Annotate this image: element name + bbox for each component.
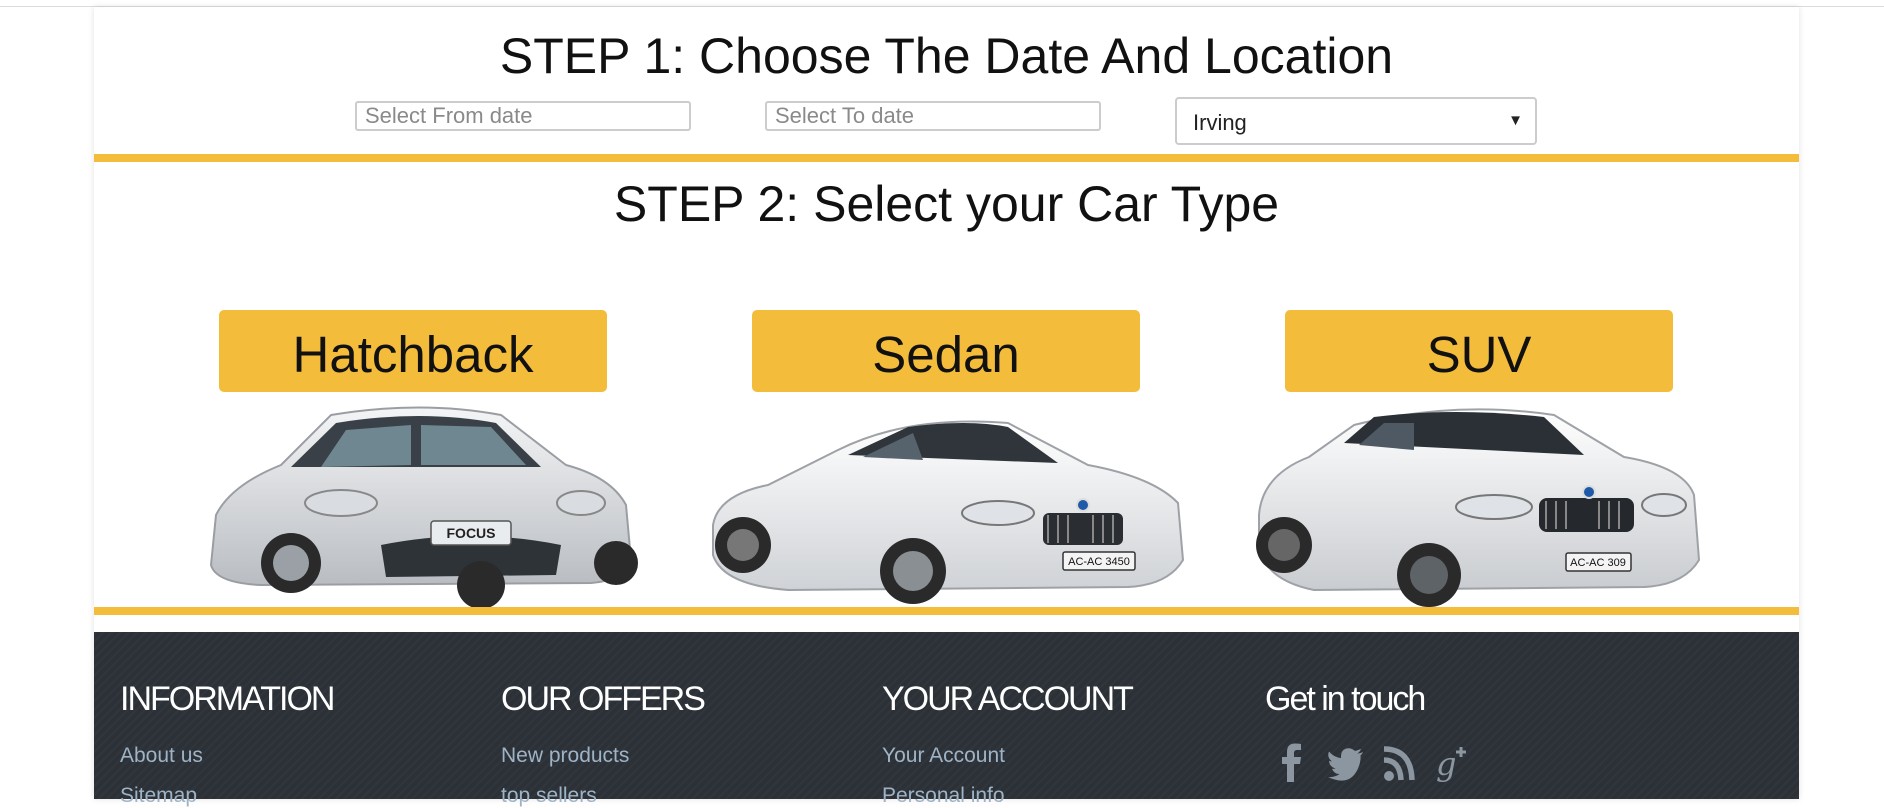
- location-select[interactable]: Irving ▼: [1175, 97, 1537, 145]
- footer-information-heading: INFORMATION: [120, 680, 335, 718]
- svg-text:g: g: [1436, 745, 1456, 783]
- rss-icon[interactable]: [1380, 742, 1420, 784]
- footer-account-heading: YOUR ACCOUNT: [882, 680, 1134, 718]
- footer-link-about-us[interactable]: About us: [120, 744, 203, 768]
- footer-link-personal-info[interactable]: Personal info: [882, 784, 1005, 808]
- sedan-plate-text: AC-AC 3450: [1068, 556, 1130, 568]
- booking-panel: STEP 1: Choose The Date And Location Irv…: [94, 7, 1799, 807]
- step1-title: STEP 1: Choose The Date And Location: [499, 28, 1394, 84]
- footer-offers-heading: OUR OFFERS: [501, 680, 706, 718]
- hatchback-car-image[interactable]: FOCUS: [171, 395, 661, 615]
- footer-contact-heading: Get in touch: [1265, 680, 1426, 718]
- chevron-down-icon: ▼: [1508, 112, 1523, 129]
- footer-link-sitemap[interactable]: Sitemap: [120, 784, 197, 808]
- suv-button[interactable]: SUV: [1285, 310, 1673, 392]
- footer: INFORMATION About us Sitemap OUR OFFERS …: [94, 632, 1799, 807]
- section-divider: [94, 607, 1799, 615]
- from-date-input[interactable]: [355, 101, 691, 131]
- to-date-input[interactable]: [765, 101, 1101, 131]
- google-plus-icon[interactable]: g: [1434, 742, 1474, 784]
- footer-link-top-sellers[interactable]: top sellers: [501, 784, 597, 808]
- facebook-icon[interactable]: [1272, 742, 1312, 784]
- suv-car-image[interactable]: AC-AC 309: [1254, 395, 1744, 615]
- hatchback-button[interactable]: Hatchback: [219, 310, 607, 392]
- step2-title: STEP 2: Select your Car Type: [613, 176, 1280, 232]
- footer-link-new-products[interactable]: New products: [501, 744, 629, 768]
- suv-plate-text: AC-AC 309: [1570, 557, 1626, 569]
- footer-link-your-account[interactable]: Your Account: [882, 744, 1005, 768]
- location-select-value: Irving: [1193, 110, 1247, 135]
- sedan-button[interactable]: Sedan: [752, 310, 1140, 392]
- section-divider: [94, 154, 1799, 162]
- sedan-car-image[interactable]: AC-AC 3450: [708, 395, 1198, 615]
- twitter-icon[interactable]: [1326, 742, 1366, 784]
- hatchback-badge-text: FOCUS: [447, 525, 496, 541]
